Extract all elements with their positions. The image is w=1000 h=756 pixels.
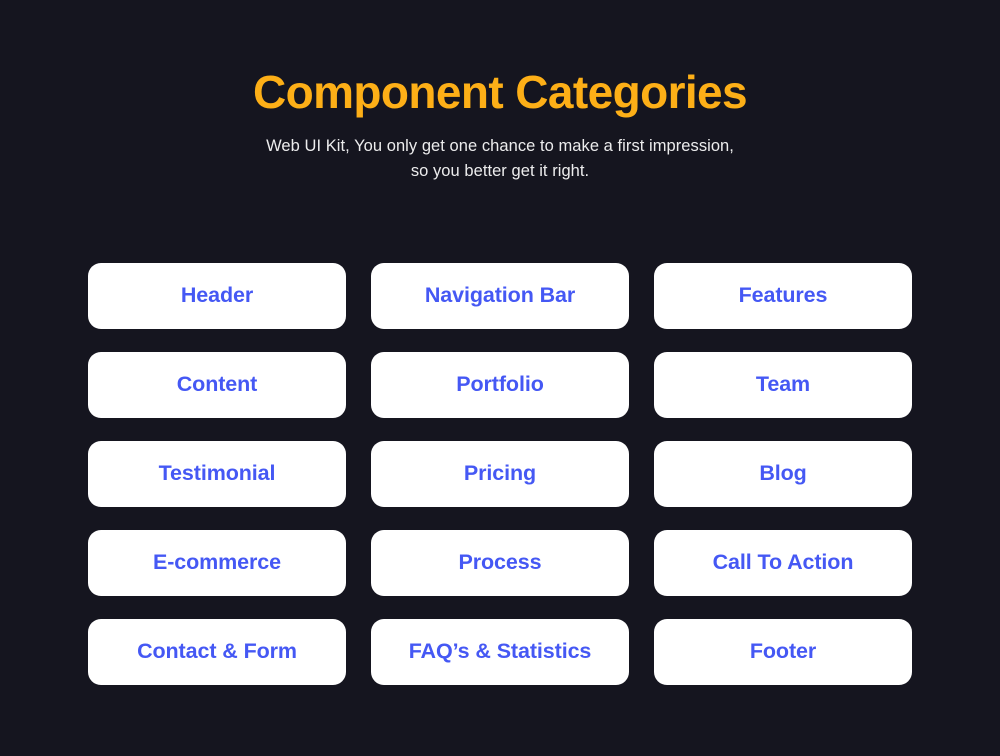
category-card-contact-and-form[interactable]: Contact & Form [88, 619, 346, 685]
category-card-header[interactable]: Header [88, 263, 346, 329]
category-card-label: Process [458, 550, 542, 575]
page-subtitle: Web UI Kit, You only get one chance to m… [0, 118, 1000, 184]
category-card-pricing[interactable]: Pricing [371, 441, 629, 507]
category-card-label: Navigation Bar [424, 283, 576, 308]
category-card-footer[interactable]: Footer [654, 619, 912, 685]
category-card-label: FAQ’s & Statistics [408, 639, 592, 664]
category-card-label: Testimonial [158, 461, 276, 486]
category-card-e-commerce[interactable]: E-commerce [88, 530, 346, 596]
page-subtitle-line-2: so you better get it right. [410, 162, 590, 180]
category-card-content[interactable]: Content [88, 352, 346, 418]
category-card-label: Header [180, 283, 254, 308]
category-card-label: Call To Action [712, 550, 854, 575]
category-card-label: Blog [759, 461, 807, 486]
page-title: Component Categories [252, 66, 748, 118]
category-card-testimonial[interactable]: Testimonial [88, 441, 346, 507]
category-card-call-to-action[interactable]: Call To Action [654, 530, 912, 596]
category-card-portfolio[interactable]: Portfolio [371, 352, 629, 418]
category-card-label: Features [738, 283, 828, 308]
category-card-label: Team [755, 372, 811, 397]
category-card-label: Contact & Form [137, 639, 297, 664]
category-card-label: E-commerce [152, 550, 282, 575]
page-header: Component Categories Web UI Kit, You onl… [0, 0, 1000, 184]
page-subtitle-line-1: Web UI Kit, You only get one chance to m… [266, 137, 734, 155]
category-card-label: Portfolio [456, 372, 544, 397]
category-grid: Header Navigation Bar Features Content P… [88, 263, 912, 685]
category-card-label: Footer [749, 639, 817, 664]
category-card-process[interactable]: Process [371, 530, 629, 596]
category-card-team[interactable]: Team [654, 352, 912, 418]
category-card-features[interactable]: Features [654, 263, 912, 329]
category-card-faqs-and-statistics[interactable]: FAQ’s & Statistics [371, 619, 629, 685]
category-card-blog[interactable]: Blog [654, 441, 912, 507]
category-card-label: Content [176, 372, 258, 397]
component-categories-page: Component Categories Web UI Kit, You onl… [0, 0, 1000, 756]
category-card-navigation-bar[interactable]: Navigation Bar [371, 263, 629, 329]
category-card-label: Pricing [463, 461, 537, 486]
